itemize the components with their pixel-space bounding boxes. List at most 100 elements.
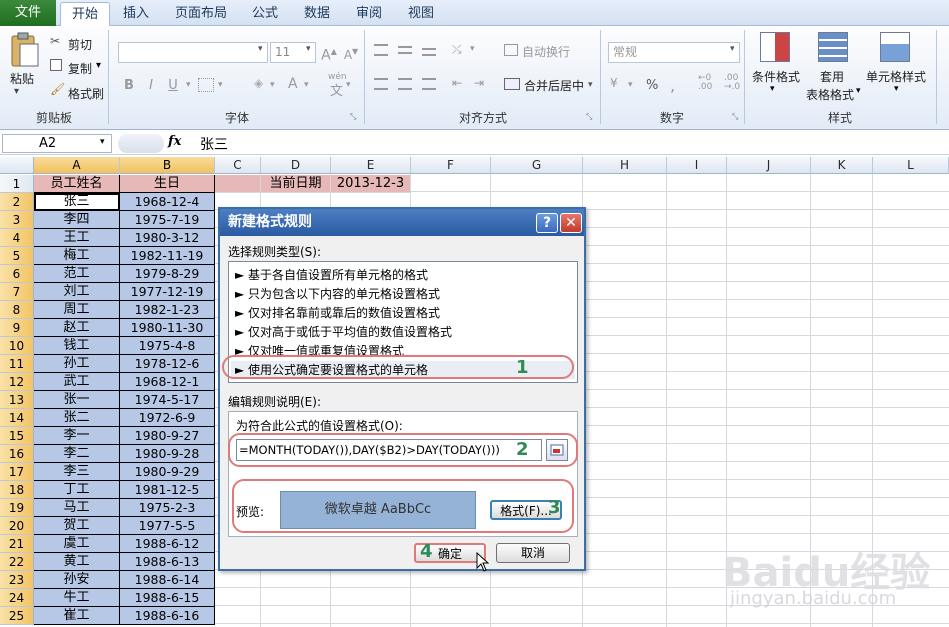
dialog-launcher-icon[interactable]: ⤡	[732, 112, 738, 122]
cell-b[interactable]: 1975-2-3	[120, 499, 215, 517]
fill-color-icon[interactable]: ◈	[254, 76, 263, 90]
cell-a[interactable]: 孙安	[34, 571, 120, 589]
row-header[interactable]: 25	[0, 607, 34, 625]
percent-button[interactable]: %	[646, 78, 658, 93]
tab-formulas[interactable]: 公式	[244, 2, 286, 26]
shrink-font-icon[interactable]: A▼	[340, 42, 362, 62]
row-header[interactable]: 14	[0, 409, 34, 427]
conditional-format-button[interactable]: 条件格式	[752, 68, 800, 85]
cell-b[interactable]: 1980-3-12	[120, 229, 215, 247]
table-format-button-line1[interactable]: 套用	[820, 68, 844, 85]
cell-b[interactable]: 1982-11-19	[120, 247, 215, 265]
row-header[interactable]: 8	[0, 301, 34, 319]
tab-page-layout[interactable]: 页面布局	[166, 2, 236, 26]
rule-type-item[interactable]: ► 仅对高于或低于平均值的数值设置格式	[235, 323, 452, 340]
cut-button[interactable]: 剪切	[68, 36, 92, 53]
cell-b[interactable]: 1972-6-9	[120, 409, 215, 427]
phonetic-char-icon[interactable]: 文	[330, 80, 343, 99]
column-header-k[interactable]: K	[811, 157, 873, 174]
cell-a[interactable]: 贺工	[34, 517, 120, 535]
cell-b[interactable]: 1977-12-19	[120, 283, 215, 301]
copy-button[interactable]: 复制	[68, 60, 92, 77]
cell-a[interactable]: 钱工	[34, 337, 120, 355]
cell-b[interactable]: 1980-9-27	[120, 427, 215, 445]
chevron-down-icon[interactable]: ▾	[856, 86, 861, 96]
cell-a[interactable]: 李四	[34, 211, 120, 229]
cell-b[interactable]: 1975-4-8	[120, 337, 215, 355]
cell-b[interactable]: 1988-6-14	[120, 571, 215, 589]
cancel-button[interactable]: 取消	[496, 543, 570, 563]
align-top-icon[interactable]	[374, 44, 388, 56]
align-middle-icon[interactable]	[398, 46, 412, 54]
merge-center-icon[interactable]	[504, 78, 520, 90]
column-header-h[interactable]: H	[583, 157, 667, 174]
rule-type-item[interactable]: ► 只为包含以下内容的单元格设置格式	[235, 285, 440, 302]
italic-button[interactable]: I	[140, 76, 162, 96]
tab-home[interactable]: 开始	[60, 2, 110, 27]
bold-button[interactable]: B	[118, 76, 140, 96]
chevron-down-icon[interactable]: ▾	[218, 80, 223, 90]
cell-a[interactable]: 牛工	[34, 589, 120, 607]
cell-a[interactable]: 刘工	[34, 283, 120, 301]
row-header[interactable]: 21	[0, 535, 34, 553]
format-painter-button[interactable]: 格式刷	[68, 85, 104, 102]
name-box[interactable]: A2	[2, 134, 112, 153]
column-header-i[interactable]: I	[667, 157, 727, 174]
currency-icon[interactable]: ¥	[610, 76, 618, 90]
row-header[interactable]: 17	[0, 463, 34, 481]
column-header-d[interactable]: D	[261, 157, 331, 174]
merge-center-button[interactable]: 合并后居中	[524, 77, 584, 94]
cell-b[interactable]: 1978-12-6	[120, 355, 215, 373]
cell-a[interactable]: 李二	[34, 445, 120, 463]
column-header-c[interactable]: C	[215, 157, 261, 174]
row-header[interactable]: 20	[0, 517, 34, 535]
align-left-icon[interactable]	[374, 78, 388, 90]
row-header[interactable]: 19	[0, 499, 34, 517]
grow-font-icon[interactable]: A▲	[318, 42, 340, 64]
cell-a[interactable]: 马工	[34, 499, 120, 517]
cell-styles-button[interactable]: 单元格样式	[866, 68, 926, 85]
tab-insert[interactable]: 插入	[114, 2, 158, 26]
font-color-icon[interactable]: A	[288, 76, 298, 92]
cell-a[interactable]: 李一	[34, 427, 120, 445]
column-header-j[interactable]: J	[727, 157, 811, 174]
underline-button[interactable]: U	[162, 76, 184, 96]
row-header[interactable]: 9	[0, 319, 34, 337]
column-header-e[interactable]: E	[331, 157, 411, 174]
cell-b[interactable]: 1975-7-19	[120, 211, 215, 229]
cell-a[interactable]: 周工	[34, 301, 120, 319]
close-button[interactable]: ✕	[560, 213, 582, 233]
row-header[interactable]: 24	[0, 589, 34, 607]
cell-a2-active[interactable]: 张三	[34, 193, 120, 211]
cell-b[interactable]: 1974-5-17	[120, 391, 215, 409]
cell-b[interactable]: 1980-9-29	[120, 463, 215, 481]
formula-input[interactable]: =MONTH(TODAY()),DAY($B2)>DAY(TODAY()))	[236, 439, 542, 461]
paste-button[interactable]: 粘贴	[10, 70, 34, 87]
chevron-down-icon[interactable]: ▾	[894, 84, 899, 94]
row-header[interactable]: 22	[0, 553, 34, 571]
cell-b[interactable]: 1981-12-5	[120, 481, 215, 499]
cell-a[interactable]: 丁工	[34, 481, 120, 499]
rule-type-item[interactable]: ► 仅对排名靠前或靠后的数值设置格式	[235, 304, 440, 321]
column-header-l[interactable]: L	[873, 157, 949, 174]
tab-review[interactable]: 审阅	[348, 2, 390, 26]
cell-a[interactable]: 张二	[34, 409, 120, 427]
border-icon[interactable]	[198, 78, 214, 92]
cell-b[interactable]: 1980-11-30	[120, 319, 215, 337]
cell-b[interactable]: 1977-5-5	[120, 517, 215, 535]
chevron-down-icon[interactable]: ▾	[304, 80, 309, 90]
align-center-icon[interactable]	[398, 78, 412, 90]
insert-function-button[interactable]: fx	[168, 134, 192, 152]
cell-a[interactable]: 范工	[34, 265, 120, 283]
tab-file[interactable]: 文件	[0, 0, 56, 26]
row-header[interactable]: 6	[0, 265, 34, 283]
row-header[interactable]: 10	[0, 337, 34, 355]
cell-b[interactable]: 1988-6-13	[120, 553, 215, 571]
cell-d1[interactable]: 当前日期	[261, 175, 331, 193]
column-header-a[interactable]: A	[34, 157, 120, 174]
row-header[interactable]: 5	[0, 247, 34, 265]
cell-a[interactable]: 崔工	[34, 607, 120, 625]
column-header-g[interactable]: G	[491, 157, 583, 174]
cell-a1[interactable]: 员工姓名	[34, 175, 120, 193]
row-header[interactable]: 13	[0, 391, 34, 409]
